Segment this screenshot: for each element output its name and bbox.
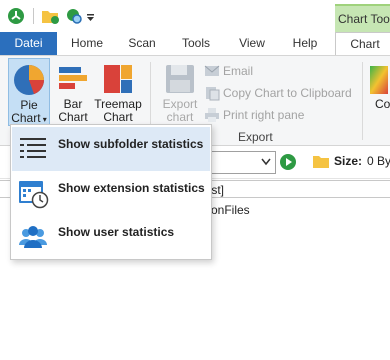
chevron-down-icon[interactable] [261, 158, 271, 166]
title-bar: Chart Tools [0, 0, 390, 32]
folder-icon [313, 156, 329, 168]
email-label: Email [223, 64, 254, 78]
menu-item-user-statistics[interactable]: Show user statistics [12, 215, 210, 259]
tab-chart[interactable]: Chart [335, 32, 390, 56]
tab-scan[interactable]: Scan [122, 32, 162, 55]
bar-chart-button[interactable]: Bar Chart [54, 58, 92, 128]
app-logo-icon[interactable] [6, 6, 26, 26]
treemap-chart-icon [104, 65, 132, 93]
tab-view[interactable]: View [232, 32, 272, 55]
scan-search-icon[interactable] [64, 6, 84, 26]
pie-chart-button[interactable]: Pie Chart ▾ [8, 58, 50, 126]
pie-chart-icon [14, 65, 44, 95]
customize-quick-access-icon[interactable] [86, 6, 96, 26]
tab-file[interactable]: Datei [0, 32, 57, 55]
export-chart-label-line2: chart [166, 110, 194, 124]
contextual-tab-group-chart-tools: Chart Tools [335, 4, 390, 32]
menu-item-label: Show user statistics [58, 225, 175, 239]
size-value: 0 Byte [367, 154, 390, 168]
tab-home[interactable]: Home [66, 32, 108, 55]
tab-tools[interactable]: Tools [176, 32, 216, 55]
pie-chart-label-line2: Chart [11, 111, 41, 125]
open-folder-icon[interactable] [40, 6, 60, 26]
treemap-label-line2: Chart [103, 110, 133, 124]
color-palette-icon [370, 66, 388, 94]
envelope-icon [204, 65, 220, 76]
ribbon-tab-row: Datei Home Scan Tools View Help Chart [0, 32, 390, 56]
separator [33, 8, 34, 24]
bar-chart-icon [59, 67, 87, 89]
colors-button[interactable]: Col [366, 58, 390, 128]
size-label: Size: [334, 154, 363, 168]
pie-chart-dropdown-menu: Show subfolder statistics Show extension… [10, 124, 212, 260]
save-disk-icon [166, 65, 194, 93]
list-icon [20, 138, 46, 158]
export-group-label: Export [238, 130, 273, 144]
calendar-clock-icon [19, 181, 49, 209]
print-right-pane-label: Print right pane [223, 108, 305, 122]
copy-chart-label: Copy Chart to Clipboard [223, 86, 352, 100]
treemap-chart-button[interactable]: Treemap Chart [93, 58, 143, 128]
dropdown-arrow-icon: ▾ [40, 115, 47, 124]
export-chart-button[interactable]: Export chart [158, 58, 202, 128]
colors-label: Col [375, 97, 390, 111]
tab-help[interactable]: Help [286, 32, 324, 55]
clipboard-icon [206, 87, 220, 101]
menu-item-subfolder-statistics[interactable]: Show subfolder statistics [12, 127, 210, 171]
menu-item-label: Show extension statistics [58, 181, 205, 195]
start-scan-icon[interactable] [279, 153, 297, 171]
menu-item-extension-statistics[interactable]: Show extension statistics [12, 171, 210, 215]
bar-chart-label-line2: Chart [58, 110, 88, 124]
users-icon [19, 226, 47, 248]
printer-icon [205, 108, 219, 122]
menu-item-label: Show subfolder statistics [58, 137, 204, 151]
